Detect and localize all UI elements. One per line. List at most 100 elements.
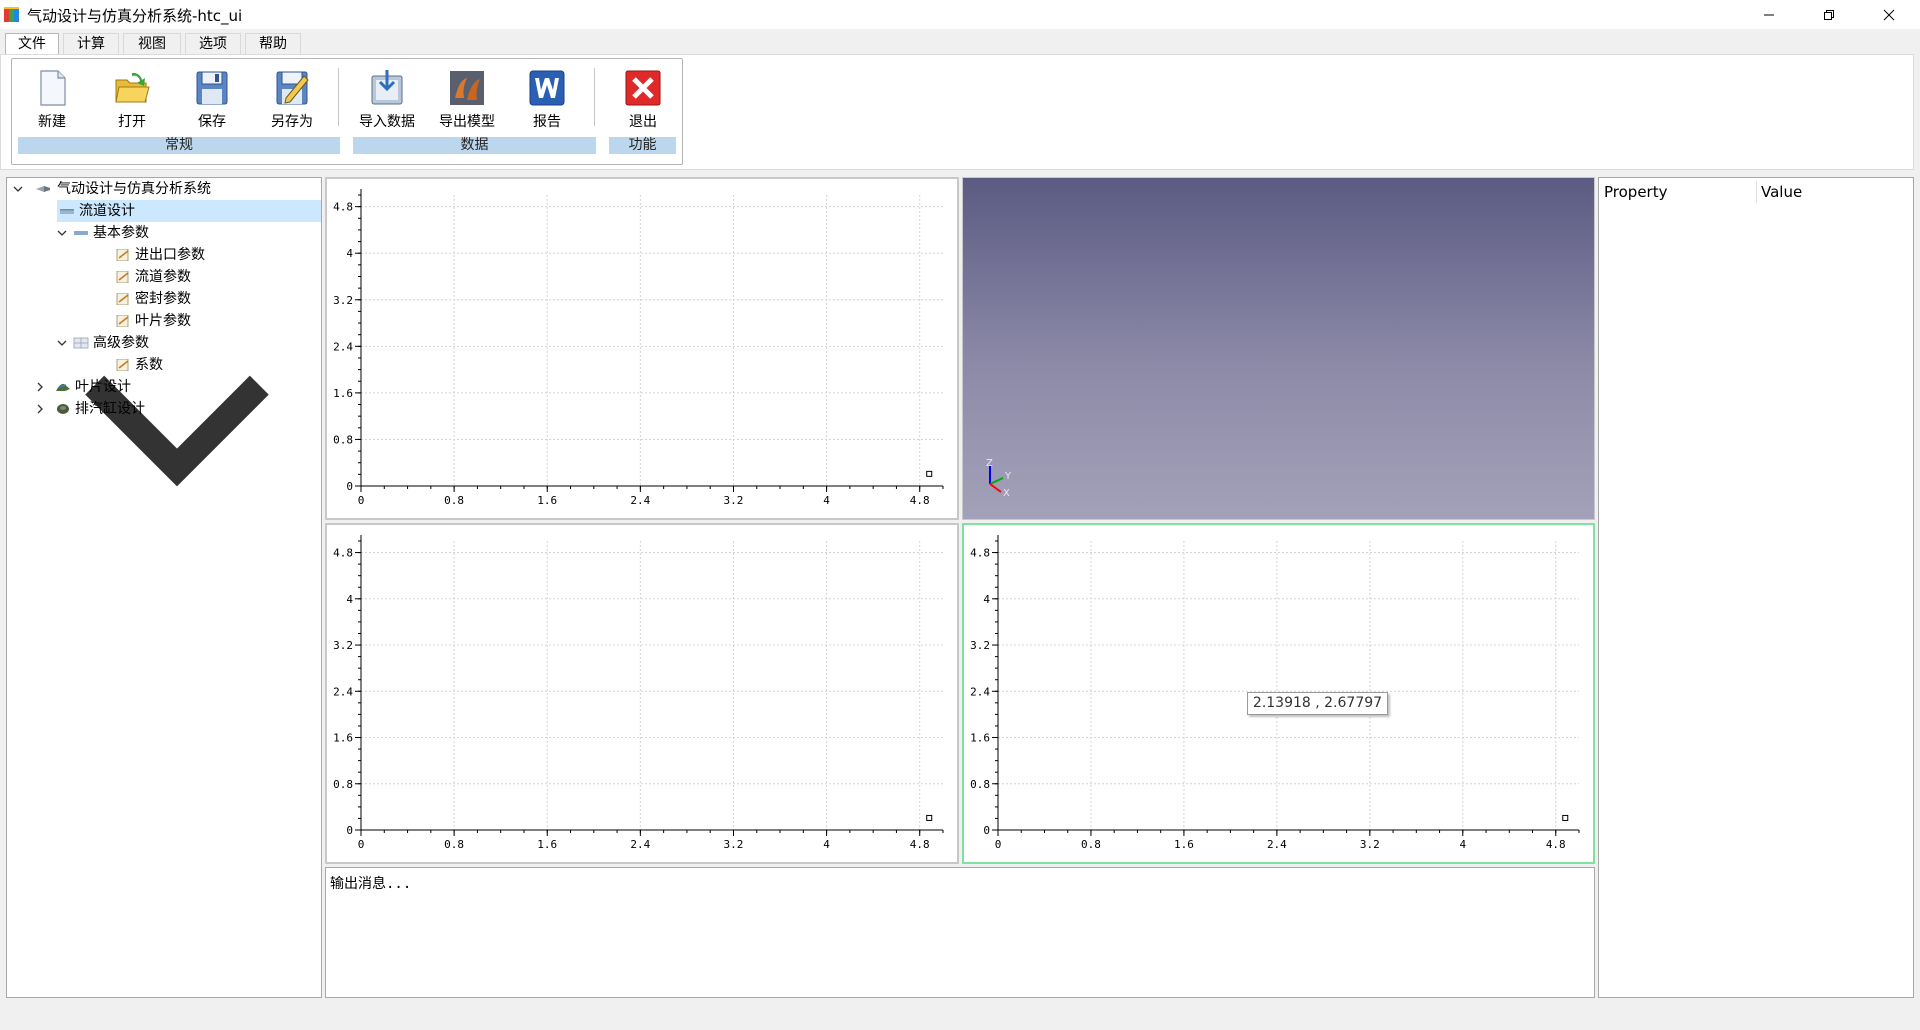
axis-label-z: Z <box>986 458 993 469</box>
new-file-icon <box>40 70 66 106</box>
y-tick-label: 3.2 <box>333 294 353 307</box>
tree-node-blade-design[interactable]: 叶片设计 <box>33 376 321 398</box>
y-tick-label: 0.8 <box>333 433 353 446</box>
plot-panel-top-left[interactable]: 0 0 0.8 0.8 1.6 1.6 2.4 2.4 3.2 3.2 4 4 4.8 4.8 <box>325 177 959 520</box>
plot-canvas[interactable]: 00 0.8 0.8 1.6 1.6 2.4 2.4 3.2 3.2 4 4 4.8 4.8 <box>327 525 957 862</box>
tree-node-label: 叶片设计 <box>75 379 131 395</box>
x-tick-label: 0 <box>358 494 365 507</box>
tree-node-inlet-outlet-params[interactable]: 进出口参数 <box>113 244 321 266</box>
tree-node-blade-params[interactable]: 叶片参数 <box>113 310 321 332</box>
y-tick-label: 2.4 <box>333 685 353 698</box>
open-button[interactable]: 打开 <box>97 68 167 130</box>
tree-node-flowpath-params[interactable]: 流道参数 <box>113 266 321 288</box>
save-button[interactable]: 保存 <box>177 68 247 130</box>
system-icon <box>36 186 50 192</box>
minimize-icon <box>1764 14 1774 15</box>
x-tick-label: 4 <box>1459 838 1466 851</box>
menu-tab-compute[interactable]: 计算 <box>63 33 119 54</box>
ribbon-group-data: 数据 <box>353 137 596 154</box>
open-folder-icon <box>115 72 150 103</box>
ribbon-separator <box>594 68 595 126</box>
plot-panel-bottom-left[interactable]: 0 0 0.8 0.8 1.6 1.6 2.4 2.4 3.2 3.2 4 4 4.8 4.8 <box>325 523 959 864</box>
column-divider[interactable] <box>1756 181 1757 203</box>
y-tick-label: 3.2 <box>970 639 990 652</box>
axis-triad-icon: Z Y X <box>986 458 1012 499</box>
new-button[interactable]: 新建 <box>17 68 87 130</box>
tree-node-label: 排汽缸设计 <box>75 401 145 417</box>
chevron-down-icon <box>57 340 67 346</box>
y-tick-label: 2.4 <box>970 685 990 698</box>
y-tick-label: 4.8 <box>333 201 353 214</box>
import-data-button[interactable]: 导入数据 <box>352 68 422 130</box>
data-point-marker <box>1562 814 1569 821</box>
x-tick-label: 0.8 <box>444 494 464 507</box>
x-tick-label: 1.6 <box>537 838 557 851</box>
y-tick-label: 0 <box>346 480 353 493</box>
exit-button[interactable]: 退出 <box>608 68 678 130</box>
close-button[interactable] <box>1860 0 1918 29</box>
exit-button-label: 退出 <box>629 114 657 130</box>
menu-tab-options[interactable]: 选项 <box>185 33 241 54</box>
edit-doc-icon <box>116 315 129 327</box>
property-panel: Property Value <box>1598 177 1914 998</box>
ribbon-group-general: 常规 <box>18 137 340 154</box>
close-icon <box>1883 9 1895 20</box>
data-point-marker <box>926 470 933 477</box>
x-tick-label: 0 <box>358 838 365 851</box>
tree-node-basic-params[interactable]: 基本参数 <box>55 222 321 244</box>
save-as-button-label: 另存为 <box>271 114 313 130</box>
y-tick-label: 0.8 <box>333 778 353 791</box>
tree-node-seal-params[interactable]: 密封参数 <box>113 288 321 310</box>
x-tick-label: 1.6 <box>1174 838 1194 851</box>
menu-tab-help[interactable]: 帮助 <box>245 33 301 54</box>
plot-canvas[interactable]: 00 0.8 0.8 1.6 1.6 2.4 2.4 3.2 3.2 4 4 4.8 4.8 <box>327 179 957 518</box>
report-button-label: 报告 <box>533 114 561 130</box>
save-button-label: 保存 <box>198 114 226 130</box>
edit-doc-icon <box>116 293 129 305</box>
x-tick-label: 3.2 <box>1360 838 1380 851</box>
tree-root[interactable]: 气动设计与仿真分析系统 <box>7 178 321 200</box>
report-button[interactable]: 报告 <box>512 68 582 130</box>
x-tick-label: 3.2 <box>724 838 744 851</box>
menu-bar: 文件 计算 视图 选项 帮助 <box>0 29 1920 54</box>
app-cube-icon <box>4 7 19 22</box>
3d-viewport[interactable]: Z Y X <box>962 177 1595 520</box>
x-tick-label: 2.4 <box>630 494 650 507</box>
import-data-button-label: 导入数据 <box>359 114 415 130</box>
tree-node-advanced-params[interactable]: 高级参数 <box>55 332 321 354</box>
chevron-down-icon <box>57 230 67 236</box>
edit-doc-icon <box>116 271 129 283</box>
title-bar: 气动设计与仿真分析系统-htc_ui <box>0 0 1920 29</box>
save-as-button[interactable]: 另存为 <box>257 68 327 130</box>
tree-root-label: 气动设计与仿真分析系统 <box>57 181 211 197</box>
restore-icon <box>1824 9 1834 20</box>
tree-node-label: 进出口参数 <box>135 247 205 263</box>
x-tick-label: 1.6 <box>537 494 557 507</box>
menu-tab-file[interactable]: 文件 <box>5 33 59 54</box>
property-column-header[interactable]: Property <box>1604 183 1667 201</box>
value-column-header[interactable]: Value <box>1761 183 1802 201</box>
export-model-button[interactable]: 导出模型 <box>432 68 502 130</box>
menu-tab-view[interactable]: 视图 <box>123 33 181 54</box>
tree-node-exhaust-design[interactable]: 排汽缸设计 <box>33 398 321 420</box>
import-data-icon <box>371 70 403 105</box>
export-model-button-label: 导出模型 <box>439 114 495 130</box>
restore-button[interactable] <box>1800 0 1858 29</box>
x-tick-label: 0 <box>995 838 1002 851</box>
y-tick-label: 0.8 <box>970 778 990 791</box>
export-model-icon <box>450 71 484 105</box>
coordinate-tooltip: 2.13918 , 2.67797 <box>1247 692 1388 715</box>
exhaust-icon <box>57 404 69 414</box>
x-tick-label: 4 <box>823 494 830 507</box>
new-button-label: 新建 <box>38 114 66 130</box>
ribbon-separator <box>338 68 339 126</box>
params-icon <box>74 231 88 235</box>
y-tick-label: 3.2 <box>333 639 353 652</box>
y-tick-label: 2.4 <box>333 340 353 353</box>
x-tick-label: 2.4 <box>1267 838 1287 851</box>
ribbon-group-function: 功能 <box>609 137 676 154</box>
tree-node-coefficients[interactable]: 系数 <box>113 354 321 376</box>
edit-doc-icon <box>116 359 129 371</box>
output-console[interactable]: 输出消息... <box>325 867 1595 998</box>
minimize-button[interactable] <box>1740 0 1798 29</box>
